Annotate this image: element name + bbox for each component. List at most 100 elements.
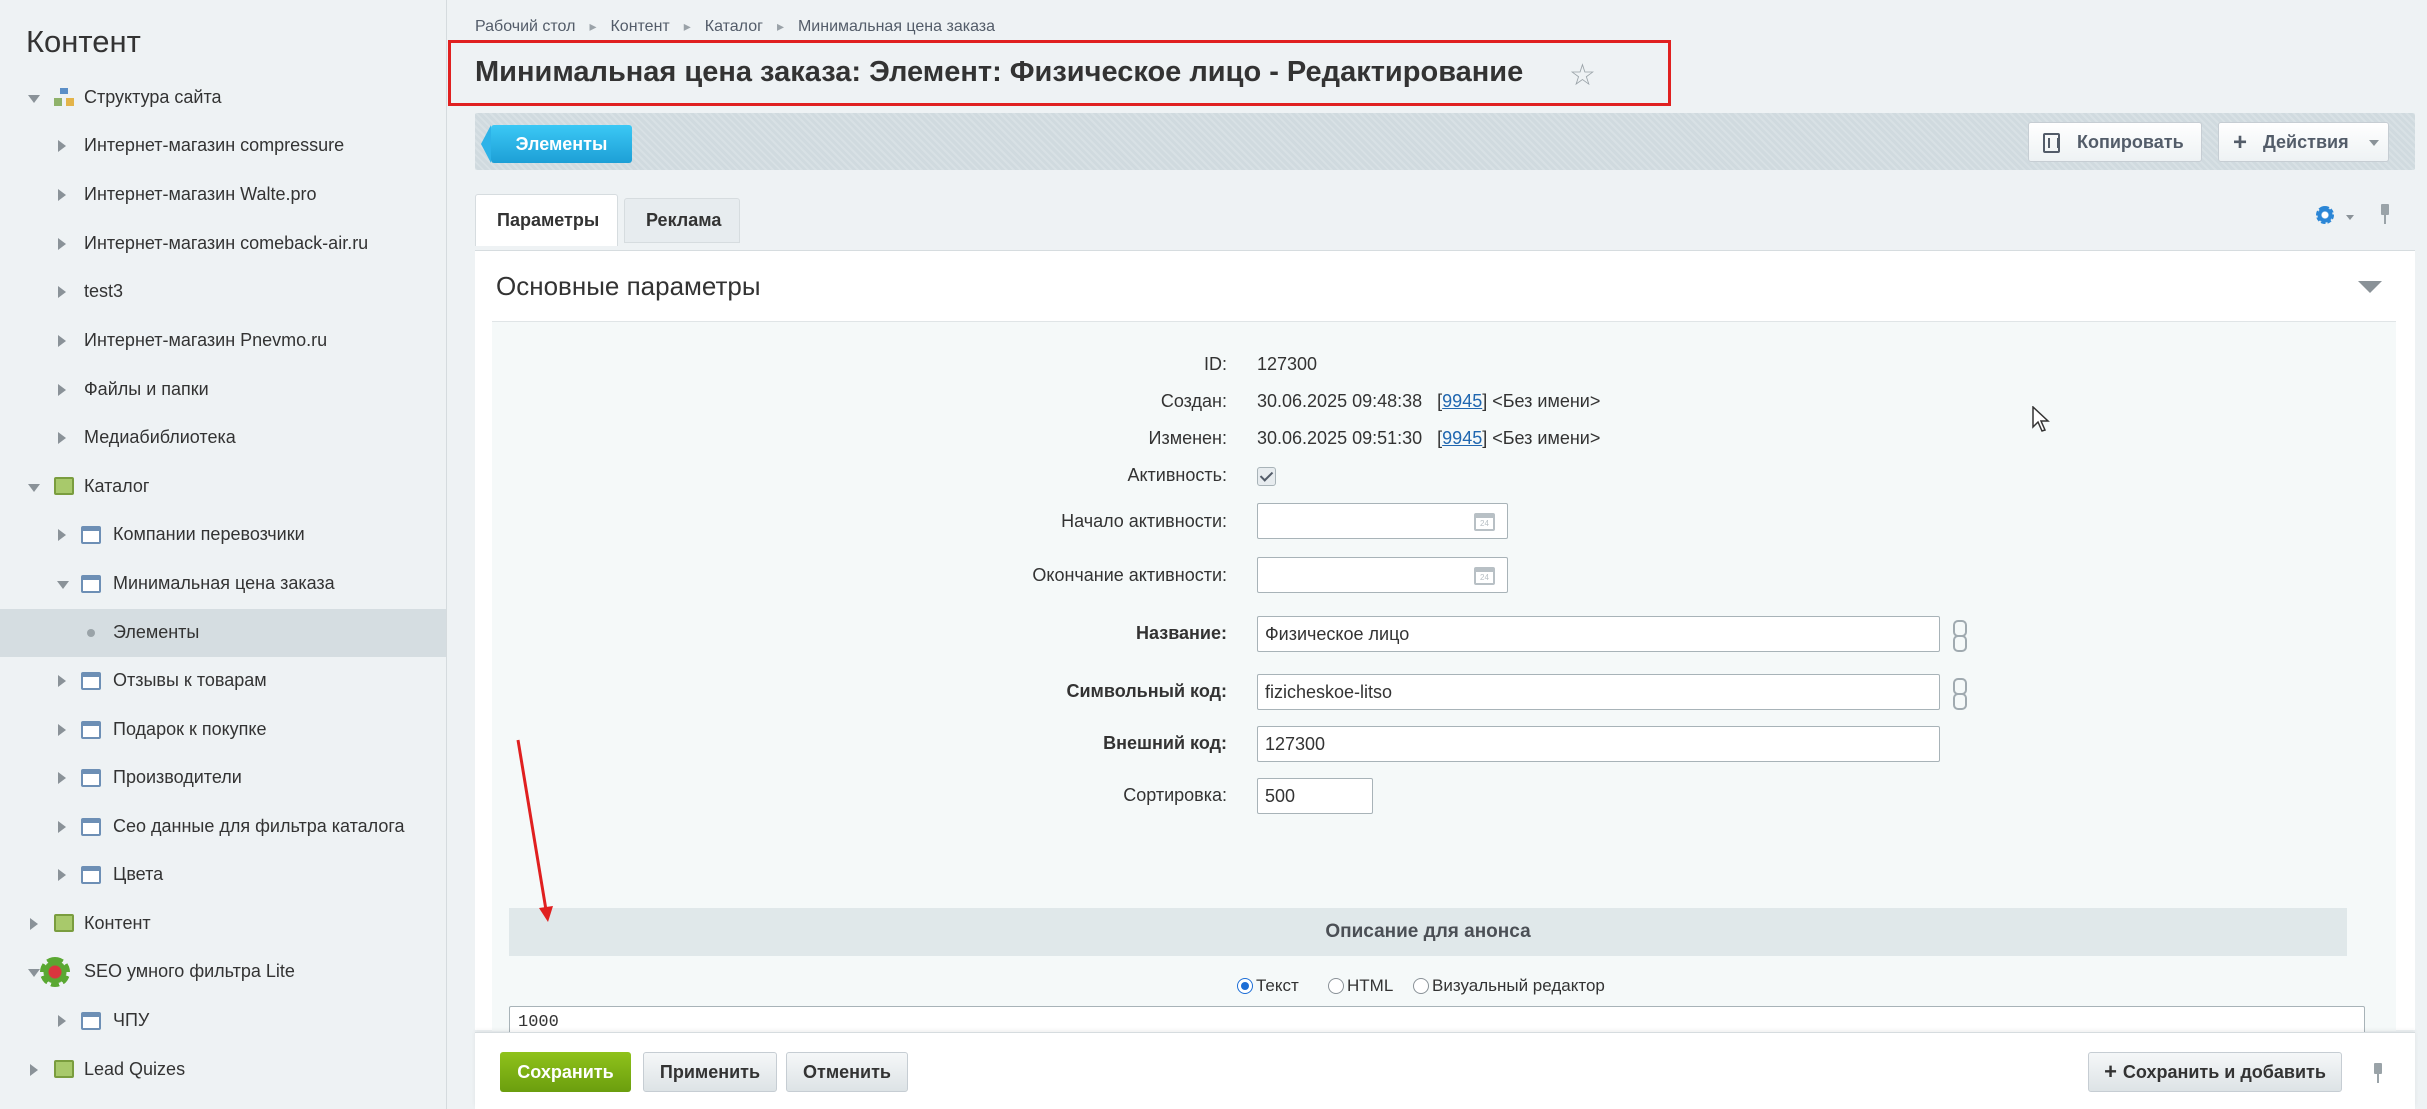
chevron-right-icon[interactable] bbox=[58, 821, 66, 833]
modified-value: 30.06.2025 09:51:30 [9945] <Без имени> bbox=[1257, 428, 1601, 448]
pin-icon[interactable] bbox=[2373, 1063, 2383, 1083]
pin-icon[interactable] bbox=[2380, 204, 2390, 224]
chevron-right-icon[interactable] bbox=[58, 529, 66, 541]
modified-user-link[interactable]: 9945 bbox=[1442, 428, 1482, 448]
type-radio-visual[interactable]: Визуальный редактор bbox=[1413, 976, 1605, 996]
elements-back-label: Элементы bbox=[515, 133, 608, 154]
elements-back-button[interactable]: Элементы bbox=[481, 125, 632, 163]
link-icon[interactable] bbox=[1952, 675, 1967, 710]
iblock-icon bbox=[81, 866, 101, 884]
save-and-add-button[interactable]: + Сохранить и добавить bbox=[2088, 1052, 2342, 1092]
sidebar-item-seo-filter-data[interactable]: Сео данные для фильтра каталога bbox=[0, 803, 446, 851]
sidebar-item-label: Минимальная цена заказа bbox=[113, 573, 335, 593]
sidebar-item-elements[interactable]: Элементы bbox=[0, 609, 446, 657]
chevron-right-icon[interactable] bbox=[58, 238, 66, 250]
name-input[interactable]: Физическое лицо bbox=[1257, 616, 1940, 652]
radio-button[interactable] bbox=[1413, 978, 1429, 994]
chevron-down-icon[interactable] bbox=[28, 969, 40, 977]
sidebar-item-manufacturers[interactable]: Производители bbox=[0, 754, 446, 802]
chevron-down-icon[interactable] bbox=[28, 95, 40, 103]
type-radio-text[interactable]: Текст bbox=[1237, 976, 1299, 996]
sidebar-item-files[interactable]: Файлы и папки bbox=[0, 366, 446, 414]
radio-label: Текст bbox=[1256, 976, 1299, 995]
sidebar-item-catalog[interactable]: Каталог bbox=[0, 463, 446, 511]
save-button[interactable]: Сохранить bbox=[500, 1052, 631, 1092]
tab-advertising[interactable]: Реклама bbox=[624, 198, 740, 243]
chevron-right-icon[interactable] bbox=[58, 189, 66, 201]
sidebar-item-content[interactable]: Контент bbox=[0, 900, 446, 948]
sidebar-item-carriers[interactable]: Компании перевозчики bbox=[0, 511, 446, 559]
sidebar-item-chpu[interactable]: ЧПУ bbox=[0, 997, 446, 1045]
iblock-icon bbox=[81, 1012, 101, 1030]
copy-label: Копировать bbox=[2077, 131, 2184, 152]
sidebar-item-shop-comeback[interactable]: Интернет-магазин comeback-air.ru bbox=[0, 220, 446, 268]
code-label: Символьный код: bbox=[1066, 681, 1227, 701]
code-input[interactable]: fizicheskoe-litso bbox=[1257, 674, 1940, 710]
chevron-right-icon[interactable] bbox=[58, 869, 66, 881]
sidebar-item-lead-quizes[interactable]: Lead Quizes bbox=[0, 1046, 446, 1094]
chevron-right-icon[interactable] bbox=[58, 384, 66, 396]
chevron-right-icon[interactable] bbox=[30, 1064, 38, 1076]
cancel-button[interactable]: Отменить bbox=[786, 1052, 908, 1092]
created-user-link[interactable]: 9945 bbox=[1442, 391, 1482, 411]
star-icon[interactable]: ☆ bbox=[1569, 58, 1596, 93]
catalog-icon bbox=[54, 477, 74, 495]
radio-button[interactable] bbox=[1328, 978, 1344, 994]
tab-parameters[interactable]: Параметры bbox=[475, 194, 618, 246]
sidebar-item-medialibrary[interactable]: Медиабиблиотека bbox=[0, 414, 446, 462]
chevron-right-icon[interactable] bbox=[58, 140, 66, 152]
chevron-down-icon[interactable] bbox=[2346, 215, 2354, 220]
actions-button[interactable]: + Действия bbox=[2218, 122, 2389, 162]
sidebar-item-seo-filter-lite[interactable]: SEO умного фильтра Lite bbox=[0, 948, 446, 996]
preview-text-header: Описание для анонса bbox=[509, 908, 2347, 956]
collapse-icon[interactable] bbox=[2358, 281, 2382, 293]
xml-id-input[interactable]: 127300 bbox=[1257, 726, 1940, 762]
radio-button[interactable] bbox=[1237, 978, 1253, 994]
gear-icon[interactable] bbox=[2316, 206, 2334, 224]
sidebar-item-gift[interactable]: Подарок к покупке bbox=[0, 706, 446, 754]
breadcrumb-item[interactable]: Контент bbox=[610, 18, 669, 36]
sidebar-item-shop-compressure[interactable]: Интернет-магазин compressure bbox=[0, 122, 446, 170]
chevron-right-icon[interactable] bbox=[58, 335, 66, 347]
chevron-right-icon[interactable] bbox=[58, 675, 66, 687]
sidebar-item-shop-pnevmo[interactable]: Интернет-магазин Pnevmo.ru bbox=[0, 317, 446, 365]
breadcrumb-item[interactable]: Каталог bbox=[705, 18, 763, 36]
sidebar-item-min-order-price[interactable]: Минимальная цена заказа bbox=[0, 560, 446, 608]
chevron-right-icon[interactable] bbox=[58, 772, 66, 784]
chevron-down-icon bbox=[2369, 140, 2379, 146]
type-radio-html[interactable]: HTML bbox=[1328, 976, 1393, 996]
id-label: ID: bbox=[1203, 354, 1227, 374]
copy-button[interactable]: Копировать bbox=[2028, 122, 2202, 162]
sidebar-item-label: Отзывы к товарам bbox=[113, 670, 267, 690]
calendar-icon[interactable]: 24 bbox=[1474, 513, 1495, 531]
sidebar-item-shop-walte[interactable]: Интернет-магазин Walte.pro bbox=[0, 171, 446, 219]
breadcrumb-item[interactable]: Минимальная цена заказа bbox=[798, 18, 995, 36]
breadcrumb-item[interactable]: Рабочий стол bbox=[475, 18, 575, 36]
tab-label: Реклама bbox=[646, 210, 722, 230]
created-date: 30.06.2025 09:48:38 bbox=[1257, 391, 1423, 411]
lead-quizes-icon bbox=[54, 1060, 74, 1078]
sidebar-item-label: Интернет-магазин compressure bbox=[84, 135, 345, 155]
link-icon[interactable] bbox=[1952, 617, 1967, 652]
chevron-down-icon[interactable] bbox=[28, 484, 40, 492]
calendar-icon[interactable]: 24 bbox=[1474, 567, 1495, 585]
apply-button[interactable]: Применить bbox=[643, 1052, 777, 1092]
sidebar-item-label: Подарок к покупке bbox=[113, 719, 267, 739]
chevron-right-icon[interactable] bbox=[30, 918, 38, 930]
sidebar-item-label: Медиабиблиотека bbox=[84, 427, 236, 447]
sidebar-item-test3[interactable]: test3 bbox=[0, 268, 446, 316]
sidebar-item-reviews[interactable]: Отзывы к товарам bbox=[0, 657, 446, 705]
chevron-right-icon[interactable] bbox=[58, 286, 66, 298]
sidebar-item-colors[interactable]: Цвета bbox=[0, 851, 446, 899]
sort-input[interactable]: 500 bbox=[1257, 778, 1373, 814]
active-checkbox[interactable] bbox=[1257, 467, 1276, 486]
active-to-input[interactable]: 24 bbox=[1257, 557, 1508, 593]
chevron-right-icon[interactable] bbox=[58, 724, 66, 736]
active-from-input[interactable]: 24 bbox=[1257, 503, 1508, 539]
chevron-right-icon[interactable] bbox=[58, 1015, 66, 1027]
sidebar-item-site-structure[interactable]: Структура сайта bbox=[0, 74, 446, 122]
chevron-down-icon[interactable] bbox=[57, 581, 69, 589]
created-user-name: <Без имени> bbox=[1492, 391, 1601, 411]
chevron-right-icon[interactable] bbox=[58, 432, 66, 444]
breadcrumb-separator-icon: ▸ bbox=[589, 18, 597, 34]
